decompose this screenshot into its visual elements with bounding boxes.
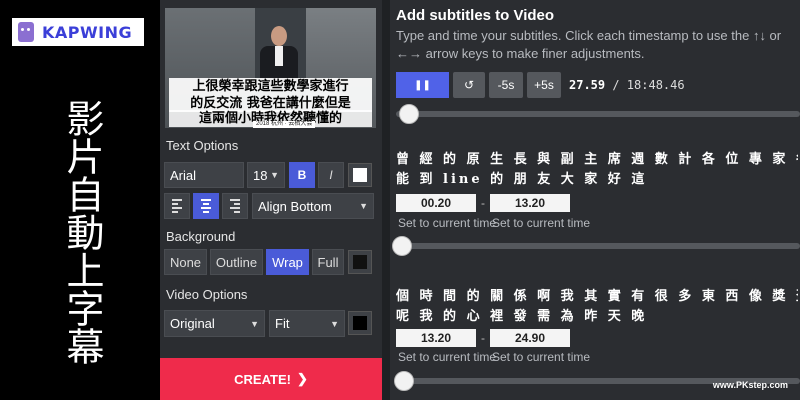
left-banner: KAPWING 影片自動上字幕 <box>0 0 160 400</box>
total-time: / 18:48.46 <box>612 78 685 92</box>
subtitle-2-knob[interactable] <box>394 371 414 391</box>
time-readout: 27.59 / 18:48.46 <box>569 78 685 92</box>
italic-button[interactable]: I <box>318 162 344 188</box>
timeline-knob[interactable] <box>399 104 419 124</box>
background-label: Background <box>166 229 236 244</box>
chevron-down-icon: ▼ <box>270 170 279 180</box>
vertical-align-select[interactable]: Align Bottom ▼ <box>252 193 374 219</box>
align-left-icon[interactable] <box>164 193 190 219</box>
bg-outline-button[interactable]: Outline <box>210 249 263 275</box>
panel-divider <box>382 0 390 400</box>
text-color-swatch[interactable] <box>348 163 372 187</box>
video-options-label: Video Options <box>166 287 248 302</box>
video-preview[interactable]: 上很榮幸跟這些數學家進行 的反交流 我爸在講什麼但是 這兩個小時我依然聽懂的 2… <box>165 8 376 128</box>
panel-title: Add subtitles to Video <box>396 7 555 24</box>
subtitle-2-start[interactable]: 13.20 <box>396 329 476 347</box>
subtitle-2-end[interactable]: 24.90 <box>490 329 570 347</box>
video-size-select[interactable]: Original ▼ <box>164 310 265 337</box>
subtitle-1-knob[interactable] <box>392 236 412 256</box>
current-time: 27.59 <box>569 78 606 92</box>
bg-color-swatch[interactable] <box>348 250 372 274</box>
pause-button[interactable]: ❚❚ <box>396 72 449 98</box>
brand-name: KAPWING <box>42 22 133 42</box>
back-5s-button[interactable]: -5s <box>489 72 523 98</box>
pause-icon: ❚❚ <box>414 79 431 91</box>
kapwing-mascot-icon <box>18 22 34 42</box>
create-button[interactable]: CREATE! ❯ <box>160 358 382 400</box>
subtitle-text-2[interactable]: 個 時 間 的 關 係 啊 我 其 實 有 很 多 東 西 像 獎 盃 數 呢 … <box>396 287 798 327</box>
set-current-end-1[interactable]: Set to current time <box>492 216 590 230</box>
bg-full-button[interactable]: Full <box>312 249 344 275</box>
subtitle-1-slider[interactable] <box>392 236 800 256</box>
watermark: www.PKstep.com <box>712 380 788 390</box>
kapwing-logo[interactable]: KAPWING <box>12 18 144 46</box>
event-tag: 2018 杭州 · 云栖大会 <box>253 121 316 128</box>
replay-icon: ↺ <box>463 78 475 92</box>
speaker-figure <box>260 26 298 86</box>
set-current-end-2[interactable]: Set to current time <box>492 350 590 364</box>
replay-button[interactable]: ↺ <box>453 72 485 98</box>
video-bg-color-swatch[interactable] <box>348 311 372 335</box>
chevron-down-icon: ▼ <box>330 318 339 329</box>
panel-description: Type and time your subtitles. Click each… <box>396 28 782 61</box>
set-current-start-1[interactable]: Set to current time <box>398 216 496 230</box>
bg-wrap-button[interactable]: Wrap <box>266 249 309 275</box>
forward-5s-button[interactable]: +5s <box>527 72 561 98</box>
subtitle-1-end[interactable]: 13.20 <box>490 194 570 212</box>
chevron-right-icon: ❯ <box>296 371 308 386</box>
align-right-icon[interactable] <box>222 193 248 219</box>
font-select[interactable]: Arial <box>164 162 244 188</box>
align-center-icon[interactable] <box>193 193 219 219</box>
vertical-title: 影片自動上字幕 <box>60 99 104 365</box>
video-fit-select[interactable]: Fit ▼ <box>269 310 345 337</box>
font-size-select[interactable]: 18 ▼ <box>247 162 285 188</box>
bg-none-button[interactable]: None <box>164 249 207 275</box>
set-current-start-2[interactable]: Set to current time <box>398 350 496 364</box>
chevron-down-icon: ▼ <box>250 318 259 329</box>
subtitle-text-1[interactable]: 曾 經 的 原 生 長 與 副 主 席 週 數 計 各 位 專 家 各 位 能 … <box>396 150 798 190</box>
chevron-down-icon: ▼ <box>359 201 368 211</box>
subtitle-1-start[interactable]: 00.20 <box>396 194 476 212</box>
main-timeline-slider[interactable] <box>396 104 800 124</box>
preview-subtitle-line: 上很榮幸跟這些數學家進行 <box>169 78 372 95</box>
text-options-label: Text Options <box>166 138 239 153</box>
bold-button[interactable]: B <box>289 162 315 188</box>
